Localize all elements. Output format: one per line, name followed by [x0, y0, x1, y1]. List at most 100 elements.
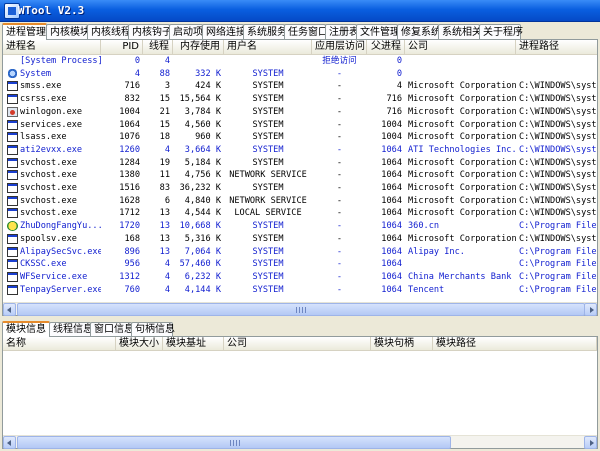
tab-2[interactable]: 内核线程 [87, 24, 131, 40]
process-mem: 6,232 K [184, 271, 221, 282]
tab-5[interactable]: 网络连接 [202, 24, 246, 40]
process-company: Microsoft Corporation [408, 94, 516, 105]
detail-tab-1[interactable]: 线程信息 [49, 322, 93, 337]
scroll-thumb[interactable] [17, 303, 585, 316]
process-user: LOCAL SERVICE [234, 208, 302, 219]
process-list[interactable]: 进程名 PID 线程 内存使用 用户名 应用层访问 父进程 公司 进程路径 [System Pr… [3, 40, 597, 302]
tab-8[interactable]: 注册表 [325, 24, 359, 40]
process-row[interactable]: svchost.exe 1380 11 4,756 K NETWORK SERVICE -… [3, 169, 597, 182]
process-path [516, 68, 597, 81]
module-column-header-1[interactable]: 模块大小 [116, 337, 163, 351]
tab-0[interactable]: 进程管理 [2, 23, 47, 40]
process-threads: 11 [159, 170, 170, 181]
process-row[interactable]: svchost.exe 1516 83 36,232 K SYSTEM - 1064 Micr… [3, 182, 597, 195]
process-name: svchost.exe [20, 183, 77, 193]
process-list-header: 进程名 PID 线程 内存使用 用户名 应用层访问 父进程 公司 进程路径 [3, 40, 597, 55]
arrow-left-icon [7, 440, 11, 446]
tab-12[interactable]: 关于程序 [479, 24, 523, 40]
process-panel: 进程名 PID 线程 内存使用 用户名 应用层访问 父进程 公司 进程路径 [System Pr… [2, 39, 598, 316]
process-threads: 83 [159, 183, 170, 193]
tab-1[interactable]: 内核模块 [46, 24, 90, 40]
process-mem: 4,544 K [184, 208, 221, 219]
process-row[interactable]: smss.exe 716 3 424 K SYSTEM - 4 Microsoft Corpo… [3, 80, 597, 93]
process-row[interactable]: svchost.exe 1628 6 4,840 K NETWORK SERVICE - 1… [3, 195, 597, 208]
process-company: Microsoft Corporation [408, 170, 516, 181]
tab-9[interactable]: 文件管理 [356, 24, 400, 40]
column-header-7[interactable]: 公司 [405, 40, 516, 55]
tab-10[interactable]: 修复系统 [397, 24, 441, 40]
process-pid: 1064 [119, 119, 140, 130]
process-company: 360.cn [408, 221, 440, 232]
column-header-5[interactable]: 应用层访问 [312, 40, 367, 55]
process-row[interactable]: spoolsv.exe 168 13 5,316 K SYSTEM - 1064 Micros… [3, 233, 597, 246]
process-pid: 760 [124, 284, 140, 295]
window-title: WTool V2.3 [18, 4, 85, 17]
process-row[interactable]: svchost.exe 1712 13 4,544 K LOCAL SERVICE - 10… [3, 207, 597, 220]
scroll-right-button[interactable] [584, 436, 597, 449]
process-row[interactable]: [System Process] 0 4 拒绝访问 0 [3, 55, 597, 68]
process-name: ati2evxx.exe [20, 144, 83, 155]
process-ppid: 1064 [381, 208, 402, 219]
column-header-6[interactable]: 父进程 [367, 40, 405, 55]
tab-3[interactable]: 内核钩子 [128, 24, 172, 40]
process-row[interactable]: lsass.exe 1076 18 960 K SYSTEM - 1004 Microsoft… [3, 131, 597, 144]
column-header-8[interactable]: 进程路径 [516, 40, 597, 55]
process-name: svchost.exe [20, 157, 77, 168]
column-header-2[interactable]: 线程 [143, 40, 173, 55]
tab-11[interactable]: 系统相关 [438, 24, 482, 40]
process-company: Microsoft Corporation [408, 208, 516, 219]
process-row[interactable]: svchost.exe 1284 19 5,184 K SYSTEM - 1064 Micro… [3, 157, 597, 170]
module-list-hscroll[interactable] [3, 435, 597, 449]
tab-6[interactable]: 系统服务 [243, 24, 287, 40]
scroll-thumb[interactable] [17, 436, 451, 449]
process-row[interactable]: AlipaySecSvc.exe 896 13 7,064 K SYSTEM - 1064 A… [3, 246, 597, 259]
detail-tab-2[interactable]: 窗口信息 [90, 322, 134, 337]
column-header-1[interactable]: PID [101, 40, 143, 55]
module-column-header-2[interactable]: 模块基址 [163, 337, 224, 351]
scroll-left-button[interactable] [3, 436, 16, 449]
process-user: SYSTEM [252, 81, 284, 92]
process-threads: 4 [164, 144, 170, 155]
process-user: SYSTEM [252, 246, 284, 257]
detail-tab-0[interactable]: 模块信息 [2, 321, 50, 337]
process-mem: 960 K [195, 132, 221, 143]
process-mem: 4,840 K [184, 195, 221, 206]
process-row[interactable]: WFService.exe 1312 4 6,232 K SYSTEM - 1064 Chin… [3, 271, 597, 284]
tab-4[interactable]: 启动项 [169, 24, 203, 40]
scroll-right-button[interactable] [584, 303, 597, 316]
process-pid: 1076 [119, 132, 140, 143]
process-row[interactable]: CKSSC.exe 956 4 57,460 K SYSTEM - 1064 C:\Progr… [3, 258, 597, 271]
module-column-header-4[interactable]: 模块句柄 [371, 337, 433, 351]
column-header-0[interactable]: 进程名 [3, 40, 101, 55]
process-path: C:\WINDOWS\system32\svchost.exe [519, 157, 597, 168]
module-column-header-3[interactable]: 公司 [224, 337, 371, 351]
process-row[interactable]: TenpayServer.exe 760 4 4,144 K SYSTEM - 1064 Te… [3, 284, 597, 297]
process-path: C:\Program Files\TenpayServer.exe [519, 284, 597, 295]
process-ppid: 716 [386, 106, 402, 117]
process-pid: 956 [124, 259, 140, 270]
column-header-4[interactable]: 用户名 [224, 40, 312, 55]
module-column-header-5[interactable]: 模块路径 [433, 337, 597, 351]
process-access: - [336, 132, 343, 143]
process-threads: 21 [159, 106, 170, 117]
process-pid: 1712 [119, 208, 140, 219]
process-path [516, 55, 597, 68]
process-user: SYSTEM [252, 94, 284, 105]
process-mem: 57,460 K [179, 259, 221, 270]
process-row[interactable]: ZhuDongFangYu... 1720 13 10,668 K SYSTEM - 106… [3, 220, 597, 233]
process-row[interactable]: winlogon.exe 1004 21 3,784 K SYSTEM - 716 Micro… [3, 106, 597, 119]
process-row[interactable]: System 4 88 332 K SYSTEM - 0 [3, 68, 597, 81]
scroll-left-button[interactable] [3, 303, 16, 316]
process-ppid: 1064 [381, 157, 402, 168]
column-header-3[interactable]: 内存使用 [173, 40, 224, 55]
title-bar[interactable]: WTool V2.3 [0, 0, 600, 22]
process-row[interactable]: csrss.exe 832 15 15,564 K SYSTEM - 716 Microsof… [3, 93, 597, 106]
process-list-hscroll[interactable] [3, 302, 597, 316]
process-row[interactable]: services.exe 1064 15 4,560 K SYSTEM - 1004 Micr… [3, 119, 597, 132]
process-row[interactable]: ati2evxx.exe 1260 4 3,664 K SYSTEM - 1064 ATI T… [3, 144, 597, 157]
process-ppid: 1064 [381, 195, 402, 206]
detail-tab-3[interactable]: 句柄信息 [131, 322, 175, 337]
module-column-header-0[interactable]: 名称 [3, 337, 116, 351]
tab-7[interactable]: 任务窗口 [284, 24, 328, 40]
main-tab-strip: 进程管理 内核模块 内核线程 内核钩子 启动项 网络连接 系统服务 任务窗口 注册表 文件管理 修复… [2, 23, 523, 40]
